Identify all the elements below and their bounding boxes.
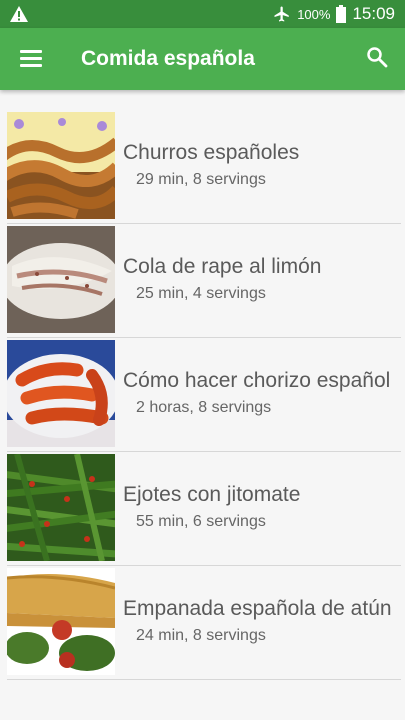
page-title: Comida española: [81, 47, 255, 70]
recipe-meta: 2 horas, 8 servings: [136, 399, 272, 416]
recipe-item-ejotes[interactable]: Ejotes con jitomate 55 min, 6 servings: [7, 452, 401, 566]
recipe-name: Ejotes con jitomate: [123, 483, 301, 506]
warning-icon: [10, 6, 28, 22]
search-icon[interactable]: [365, 45, 389, 69]
recipe-thumbnail: [7, 112, 115, 219]
clock: 15:09: [352, 4, 395, 23]
recipe-name: Cola de rape al limón: [123, 255, 322, 278]
battery-icon: [336, 5, 347, 23]
recipe-name: Empanada española de atún: [123, 597, 392, 620]
airplane-mode-icon: [274, 6, 289, 22]
recipe-item-chorizo[interactable]: Cómo hacer chorizo español 2 horas, 8 se…: [7, 338, 401, 452]
recipe-name: Cómo hacer chorizo español: [123, 369, 391, 392]
recipe-thumbnail: [7, 568, 115, 675]
recipe-item-empanada[interactable]: Empanada española de atún 24 min, 8 serv…: [7, 566, 401, 680]
recipe-name: Churros españoles: [123, 141, 300, 164]
status-bar: 100% 15:09: [0, 0, 405, 28]
recipe-list: Churros españoles 29 min, 8 servings Col…: [7, 110, 401, 680]
recipe-meta: 55 min, 6 servings: [136, 513, 266, 530]
recipe-item-churros[interactable]: Churros españoles 29 min, 8 servings: [7, 110, 401, 224]
recipe-item-cola-de-rape[interactable]: Cola de rape al limón 25 min, 4 servings: [7, 224, 401, 338]
recipe-thumbnail: [7, 226, 115, 333]
recipe-meta: 29 min, 8 servings: [136, 171, 266, 188]
recipe-meta: 24 min, 8 servings: [136, 627, 266, 644]
battery-percentage: 100%: [297, 6, 331, 22]
app-bar: Comida española: [0, 28, 405, 90]
recipe-thumbnail: [7, 454, 115, 561]
recipe-thumbnail: [7, 340, 115, 447]
recipe-meta: 25 min, 4 servings: [136, 285, 266, 302]
hamburger-menu-icon[interactable]: [20, 50, 42, 68]
